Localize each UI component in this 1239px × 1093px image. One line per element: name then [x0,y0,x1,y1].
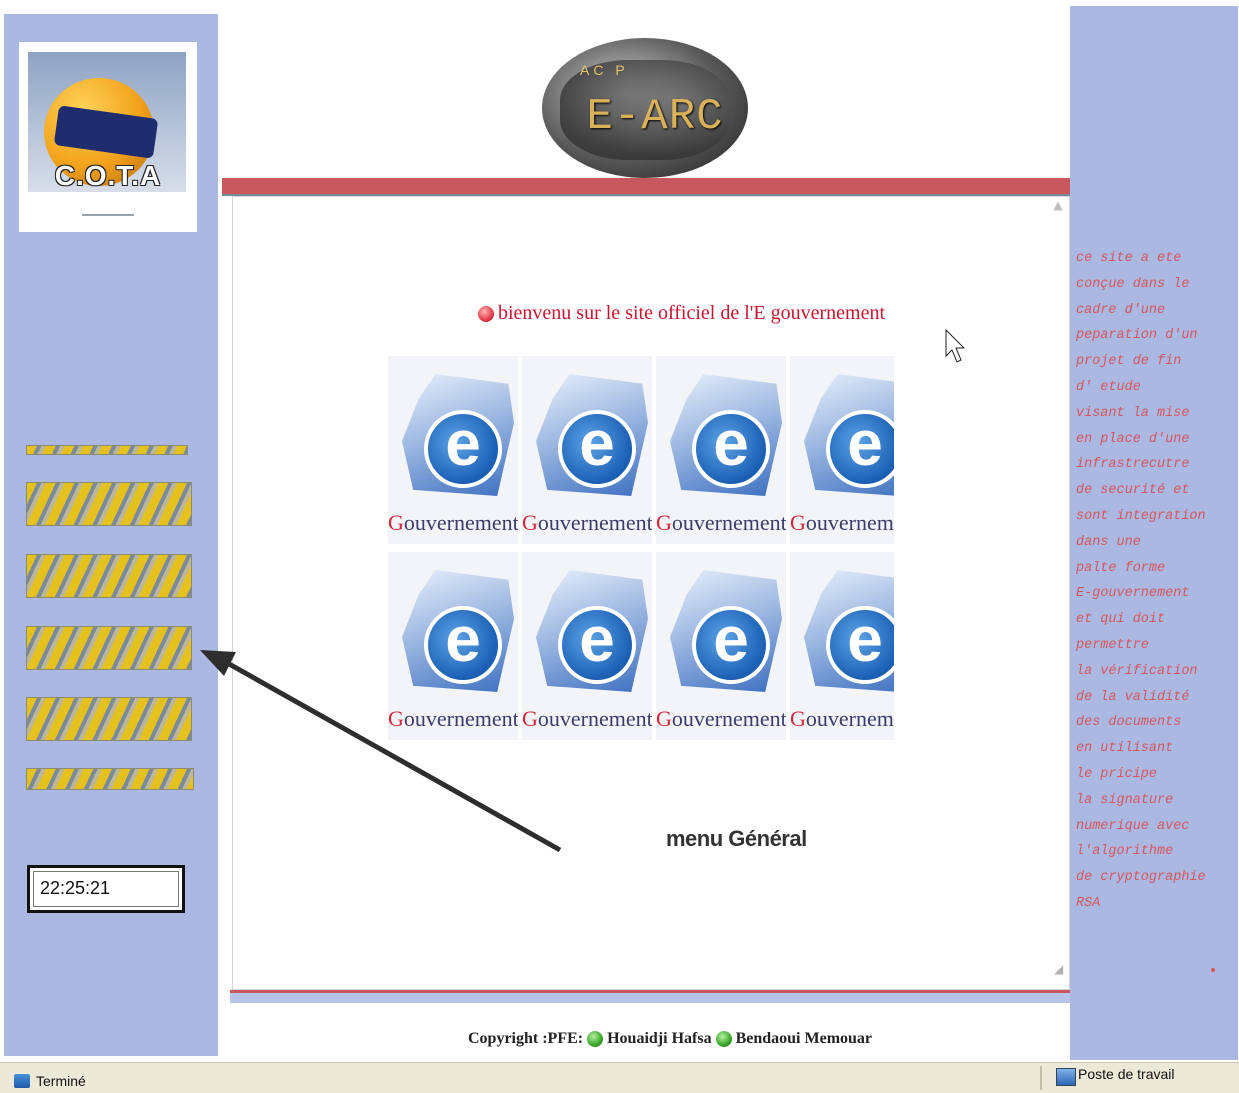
description-line: numerique avec [1076,818,1190,834]
description-line: projet de fin [1076,354,1182,370]
description-line: de cryptographie [1076,870,1206,886]
page-done-icon [14,1074,30,1088]
green-bullet-icon [715,1031,732,1047]
description-line: conçue dans le [1076,276,1190,292]
copyright-author-1: Houaidji Hafsa [607,1030,712,1047]
description-line: sont integration [1076,508,1206,524]
description-line: palte forme [1076,560,1166,576]
footer-divider [230,990,1080,1003]
copyright-prefix: Copyright :PFE: [468,1030,584,1047]
description-line: la signature [1076,792,1174,808]
description-line: infrastrecutre [1076,457,1190,473]
computer-icon [1056,1068,1076,1086]
site-description: ce site a ete conçue dans le cadre d'une pe… [1076,246,1234,917]
description-line: cadre d'une [1076,302,1166,318]
description-line: ce site a ete [1076,251,1182,266]
description-line: RSA [1076,895,1101,911]
description-line: des documents [1076,715,1182,731]
description-line: d' etude [1076,379,1141,395]
description-line: dans une [1076,534,1141,550]
description-line: de la validité [1076,689,1190,705]
description-line: de securité et [1076,483,1190,499]
description-line: permettre [1076,637,1149,653]
description-line: la vérification [1076,663,1198,679]
browser-status-bar [0,1062,1239,1093]
description-line: peparation d'un [1076,328,1198,344]
description-line: visant la mise [1076,405,1190,421]
zone-text: Poste de travail [1078,1066,1175,1082]
description-line: E-gouvernement [1076,586,1190,602]
copyright-author-2: Bendaoui Memouar [735,1030,873,1047]
status-separator [1040,1066,1042,1090]
pointer-arrow-icon [200,328,966,853]
decorative-dot [1211,968,1215,972]
status-text: Terminé [36,1073,86,1089]
description-line: et qui doit [1076,612,1166,628]
description-line: en utilisant [1076,741,1174,757]
green-bullet-icon [587,1031,604,1047]
description-line: en place d'une [1076,431,1190,447]
description-line: l'algorithme [1076,844,1174,860]
description-line: le pricipe [1076,766,1158,782]
copyright-line: Copyright :PFE: Houaidji Hafsa Bendaoui … [468,1030,872,1048]
